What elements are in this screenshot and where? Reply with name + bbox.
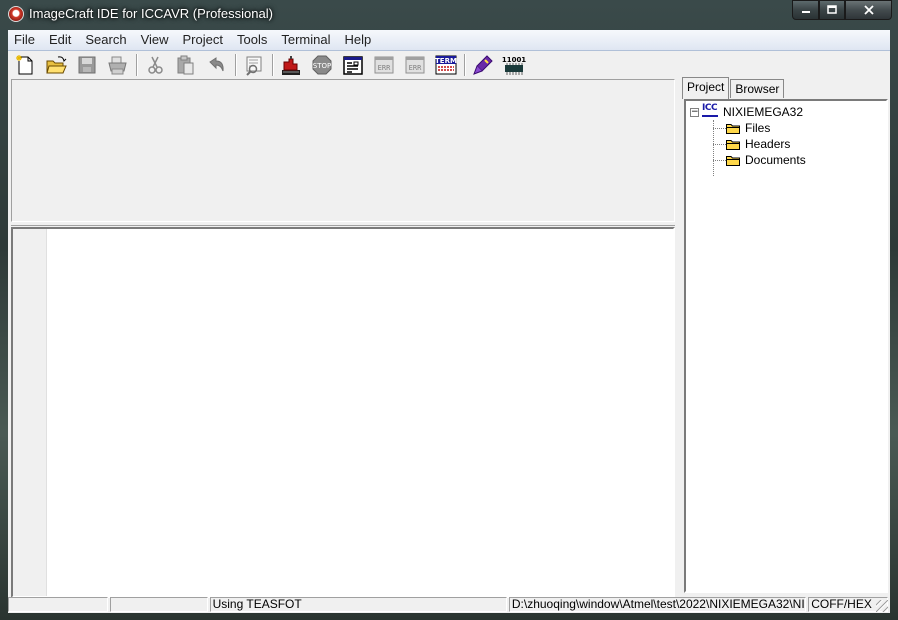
toolbar-separator xyxy=(272,53,274,76)
resize-grip-icon[interactable] xyxy=(876,600,888,612)
menu-help[interactable]: Help xyxy=(338,30,379,50)
minimize-icon xyxy=(801,11,810,13)
output-pane[interactable] xyxy=(11,79,675,222)
tree-root-label: NIXIEMEGA32 xyxy=(723,105,804,119)
editor-area xyxy=(11,79,675,598)
pane-splitter[interactable] xyxy=(11,222,675,226)
close-button[interactable] xyxy=(845,0,892,20)
next-error-label: ERR xyxy=(409,64,422,72)
open-folder-icon xyxy=(46,55,67,73)
close-icon xyxy=(863,5,874,15)
compiler-options-button[interactable] xyxy=(340,53,366,77)
prev-error-label: ERR xyxy=(378,64,391,72)
folder-icon xyxy=(726,155,740,166)
toolbar-separator xyxy=(136,53,138,76)
app-window: ImageCraft IDE for ICCAVR (Professional)… xyxy=(0,0,898,620)
folder-icon xyxy=(726,139,740,150)
new-file-icon xyxy=(16,54,33,74)
prev-error-button[interactable]: ERR xyxy=(371,53,397,77)
toolbar-separator xyxy=(235,53,237,76)
binary-converter-button[interactable]: 11001 xyxy=(501,53,527,77)
maximize-icon xyxy=(827,5,837,14)
panel-tabs: Project Browser xyxy=(682,76,785,99)
tree-item-label: Documents xyxy=(745,153,806,167)
paste-icon xyxy=(177,55,194,74)
icc-icon-text: ICC xyxy=(702,103,718,113)
menu-view[interactable]: View xyxy=(135,30,177,50)
options-icon xyxy=(343,55,363,75)
program-chip-button[interactable] xyxy=(470,53,496,77)
stop-icon: STOP xyxy=(312,55,332,74)
tree-item-files[interactable]: Files xyxy=(726,120,770,136)
stop-button[interactable]: STOP xyxy=(309,53,335,77)
binary-label: 11001 xyxy=(502,56,526,64)
find-icon xyxy=(246,56,262,76)
menu-terminal[interactable]: Terminal xyxy=(275,30,338,50)
status-bar: Using TEASFOT D:\zhuoqing\window\Atmel\t… xyxy=(8,597,890,613)
toolbar-separator xyxy=(464,53,466,76)
window-title: ImageCraft IDE for ICCAVR (Professional) xyxy=(29,6,273,21)
prev-error-icon: ERR xyxy=(374,56,394,73)
menu-edit[interactable]: Edit xyxy=(43,30,79,50)
binary-converter-icon: 11001 xyxy=(502,56,526,75)
terminal-icon: TERM xyxy=(435,55,457,74)
build-button[interactable] xyxy=(278,53,304,77)
tree-item-label: Headers xyxy=(745,137,791,151)
tree-item-label: Files xyxy=(745,121,771,135)
title-bar[interactable]: ImageCraft IDE for ICCAVR (Professional) xyxy=(0,0,898,30)
terminal-label: TERM xyxy=(435,57,457,65)
save-icon xyxy=(78,56,96,73)
icc-project-icon: ICC xyxy=(702,103,718,119)
menu-file[interactable]: File xyxy=(8,30,43,50)
folder-icon xyxy=(726,123,740,134)
maximize-button[interactable] xyxy=(819,0,845,20)
tree-connector xyxy=(713,160,726,161)
cut-button[interactable] xyxy=(142,53,168,77)
status-compiler-mode: Using TEASFOT xyxy=(209,597,507,612)
tab-project[interactable]: Project xyxy=(682,77,730,99)
tab-browser[interactable]: Browser xyxy=(730,79,785,98)
status-panel xyxy=(109,597,208,612)
next-error-icon: ERR xyxy=(405,56,425,73)
menu-project[interactable]: Project xyxy=(177,30,231,50)
new-file-button[interactable] xyxy=(12,53,38,77)
app-logo-icon[interactable] xyxy=(8,6,24,22)
undo-button[interactable] xyxy=(204,53,230,77)
print-button[interactable] xyxy=(105,53,131,77)
stop-label: STOP xyxy=(313,62,331,70)
menu-bar: File Edit Search View Project Tools Term… xyxy=(8,30,890,51)
toolbar: STOP ERR ERR TERM 11001 xyxy=(8,51,890,78)
tree-item-documents[interactable]: Documents xyxy=(726,152,806,168)
tree-connector xyxy=(713,144,726,145)
project-panel: Project Browser − ICC NIXIEMEGA32 Files … xyxy=(682,76,890,596)
tree-item-headers[interactable]: Headers xyxy=(726,136,790,152)
open-file-button[interactable] xyxy=(43,53,69,77)
client-area: File Edit Search View Project Tools Term… xyxy=(8,30,890,613)
terminal-button[interactable]: TERM xyxy=(433,53,459,77)
code-editor[interactable] xyxy=(11,227,675,598)
collapse-toggle-icon[interactable]: − xyxy=(690,107,699,117)
program-chip-icon xyxy=(473,54,493,75)
menu-tools[interactable]: Tools xyxy=(231,30,275,50)
project-tree: − ICC NIXIEMEGA32 Files Headers Document… xyxy=(684,99,888,593)
minimize-button[interactable] xyxy=(792,0,819,20)
find-button[interactable] xyxy=(241,53,267,77)
print-icon xyxy=(108,56,127,74)
cut-icon xyxy=(148,56,163,74)
save-button[interactable] xyxy=(74,53,100,77)
tree-connector xyxy=(713,128,726,129)
undo-icon xyxy=(209,56,224,71)
editor-gutter xyxy=(13,229,47,596)
menu-search[interactable]: Search xyxy=(79,30,134,50)
status-project-path: D:\zhuoqing\window\Atmel\test\2022\NIXIE… xyxy=(508,597,807,612)
status-panel xyxy=(8,597,108,612)
tree-root-node[interactable]: − ICC NIXIEMEGA32 xyxy=(690,103,804,120)
window-controls xyxy=(792,0,892,20)
paste-button[interactable] xyxy=(173,53,199,77)
next-error-button[interactable]: ERR xyxy=(402,53,428,77)
build-icon xyxy=(282,55,300,75)
